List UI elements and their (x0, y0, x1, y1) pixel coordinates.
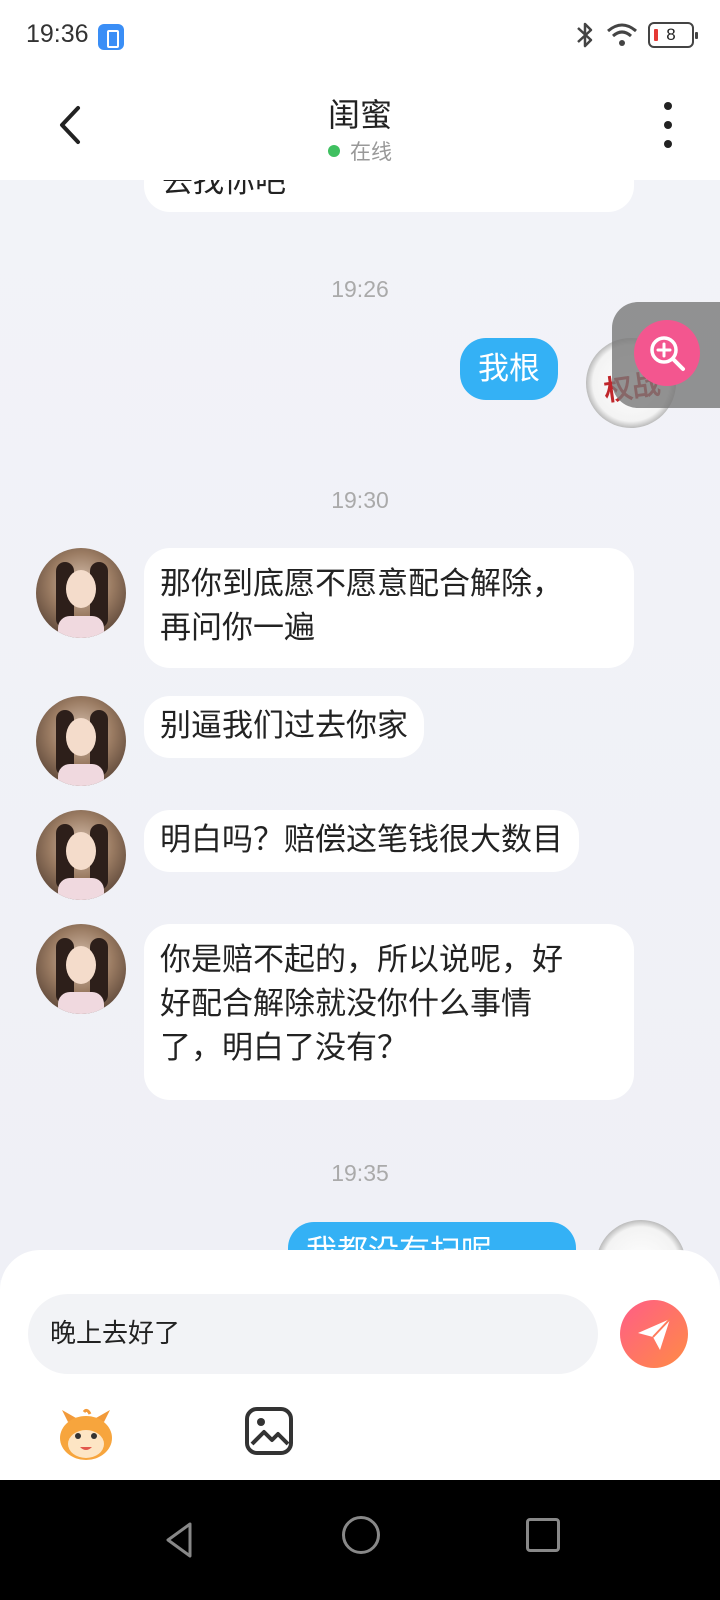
timestamp: 19:26 (331, 276, 389, 302)
message-line: 那你到底愿不愿意配合解除， (160, 566, 563, 602)
message-line: 明白吗？赔偿这笔钱很大数目 (160, 822, 563, 858)
online-status: 在线 (0, 136, 720, 166)
contact-avatar[interactable] (36, 696, 126, 786)
app-notification-icon (98, 24, 124, 50)
status-icons: 8 (574, 20, 698, 50)
battery-indicator: 8 (648, 22, 698, 48)
status-bar: 19:36 8 (0, 0, 720, 74)
nav-recent-apps-icon[interactable] (526, 1518, 560, 1552)
message-bubble[interactable]: 你是赔不起的，所以说呢，好 好配合解除就没你什么事情 了，明白了没有？ (144, 924, 634, 1100)
more-options-button[interactable] (656, 102, 680, 148)
online-status-label: 在线 (350, 140, 392, 164)
message-line: 你是赔不起的，所以说呢，好 (160, 942, 563, 978)
message-line: 别逼我们过去你家 (160, 708, 408, 744)
contact-avatar[interactable] (36, 548, 126, 638)
contact-avatar[interactable] (36, 924, 126, 1014)
message-list[interactable]: 去找你吧 19:26 我根 权战 19:30 那你到底愿不愿意配合解除， 再问你… (0, 180, 720, 1280)
zoom-in-icon (650, 336, 685, 371)
message-bubble[interactable]: 去找你吧 (144, 180, 634, 212)
battery-level: 8 (666, 25, 676, 44)
send-icon (638, 1318, 671, 1350)
my-message-bubble[interactable]: 我根 (460, 338, 558, 400)
message-text: 去找你吧 (162, 180, 286, 200)
system-navigation-bar (0, 1480, 720, 1600)
message-bubble[interactable]: 别逼我们过去你家 (144, 696, 424, 758)
nav-home-icon[interactable] (342, 1516, 380, 1554)
message-line: 好配合解除就没你什么事情 (160, 986, 532, 1022)
message-bubble[interactable]: 那你到底愿不愿意配合解除， 再问你一遍 (144, 548, 634, 668)
message-bubble[interactable]: 明白吗？赔偿这笔钱很大数目 (144, 810, 579, 872)
online-dot-icon (328, 145, 340, 157)
image-button[interactable] (244, 1406, 294, 1456)
timestamp: 19:35 (331, 1160, 389, 1186)
wifi-icon (607, 23, 637, 46)
message-line: 再问你一遍 (160, 610, 315, 646)
zoom-button[interactable] (634, 320, 700, 386)
timestamp: 19:30 (331, 487, 389, 513)
chat-header: 闺蜜 在线 (0, 74, 720, 180)
image-icon (245, 1407, 293, 1455)
send-button[interactable] (620, 1300, 688, 1368)
message-line: 了，明白了没有？ (160, 1030, 408, 1066)
message-text: 我根 (478, 351, 540, 387)
nav-back-icon[interactable] (160, 1520, 200, 1560)
more-dot (664, 102, 672, 110)
chat-title: 闺蜜 (327, 96, 392, 134)
bluetooth-icon (577, 22, 593, 48)
input-panel: 晚上去好了 (0, 1250, 720, 1480)
more-dot (664, 121, 672, 129)
floating-zoom-panel[interactable] (612, 302, 720, 408)
more-dot (664, 140, 672, 148)
message-input[interactable]: 晚上去好了 (28, 1294, 598, 1374)
emoji-button[interactable] (54, 1406, 118, 1462)
emoji-icon (60, 1408, 112, 1460)
contact-avatar[interactable] (36, 810, 126, 900)
status-time: 19:36 (26, 20, 89, 48)
